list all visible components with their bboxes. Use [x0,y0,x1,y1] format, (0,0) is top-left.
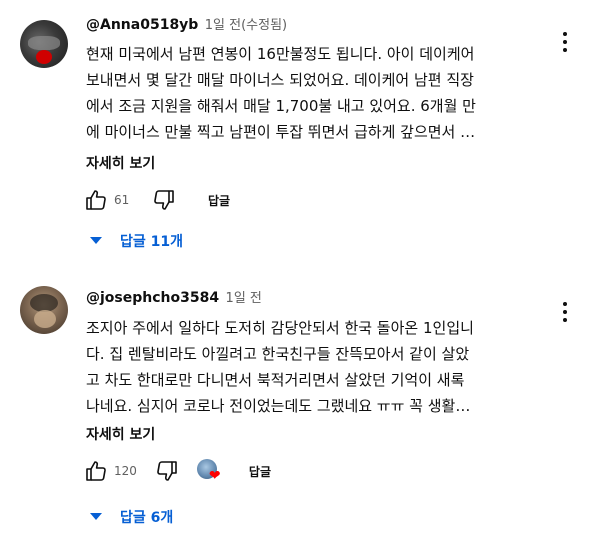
comment-header: @josephcho3584 1일 전 [86,287,262,306]
comment-text: 현재 미국에서 남편 연봉이 16만불정도 됩니다. 아이 데이케어 보내면서 … [86,41,551,145]
dislike-button[interactable] [151,455,183,487]
comment-text: 조지아 주에서 일하다 도저히 감당안되서 한국 돌아온 1인입니 다. 집 렌… [86,315,551,419]
like-button[interactable] [80,455,112,487]
comment-actions: 61 답글 [80,182,230,218]
arrow-drop-down-icon [90,513,102,520]
read-more-button[interactable]: 자세히 보기 [86,424,155,444]
comment-text-line: 현재 미국에서 남편 연봉이 16만불정도 됩니다. 아이 데이케어 [86,45,475,63]
thumb-down-icon [157,461,177,481]
comment-timestamp[interactable]: 1일 전 [226,291,262,306]
more-actions-button[interactable] [555,28,575,56]
comment-text-line: 조지아 주에서 일하다 도저히 감당안되서 한국 돌아온 1인입니 [86,319,474,337]
avatar[interactable] [20,286,68,334]
author-name[interactable]: @Anna0518yb [86,17,198,33]
thumb-down-icon [154,190,174,210]
replies-label: 답글 11개 [120,234,183,250]
view-replies-button[interactable]: 답글 11개 [90,231,183,251]
like-count: 61 [114,193,130,207]
dislike-button[interactable] [148,184,180,216]
author-name[interactable]: @josephcho3584 [86,290,219,306]
reply-button[interactable]: 답글 [249,463,271,480]
like-button[interactable] [80,184,112,216]
comment-text-line: 보내면서 몇 달간 매달 마이너스 되었어요. 데이케어 남편 직장 [86,71,474,89]
reply-button[interactable]: 답글 [208,192,230,209]
read-more-button[interactable]: 자세히 보기 [86,153,155,173]
creator-heart-icon: ❤ [195,457,223,485]
thumb-up-icon [86,461,106,481]
avatar[interactable] [20,20,68,68]
replies-label: 답글 6개 [120,510,174,526]
comment-text-line: 다. 집 렌탈비라도 아낄려고 한국친구들 잔뜩모아서 같이 살았 [86,345,470,363]
arrow-drop-down-icon [90,237,102,244]
view-replies-button[interactable]: 답글 6개 [90,507,173,527]
comment-actions: 120 ❤ 답글 [80,453,271,489]
comment-text-line: 나네요. 심지어 코로나 전이었는데도 그랬네요 ㅠㅠ 꼭 생활… [86,397,471,415]
like-count: 120 [114,464,137,478]
comment-text-line: 에서 조금 지원을 해줘서 매달 1,700불 내고 있어요. 6개월 만 [86,97,476,115]
more-actions-button[interactable] [555,298,575,326]
comment-text-line: 에 마이너스 만불 찍고 남편이 투잡 뛰면서 급하게 갚으면서 … [86,123,476,141]
thumb-up-icon [86,190,106,210]
comment-timestamp[interactable]: 1일 전(수정됨) [205,18,287,33]
comment-text-line: 고 차도 한대로만 다니면서 북적거리면서 살았던 기억이 새록 [86,371,465,389]
comment-header: @Anna0518yb 1일 전(수정됨) [86,14,287,33]
